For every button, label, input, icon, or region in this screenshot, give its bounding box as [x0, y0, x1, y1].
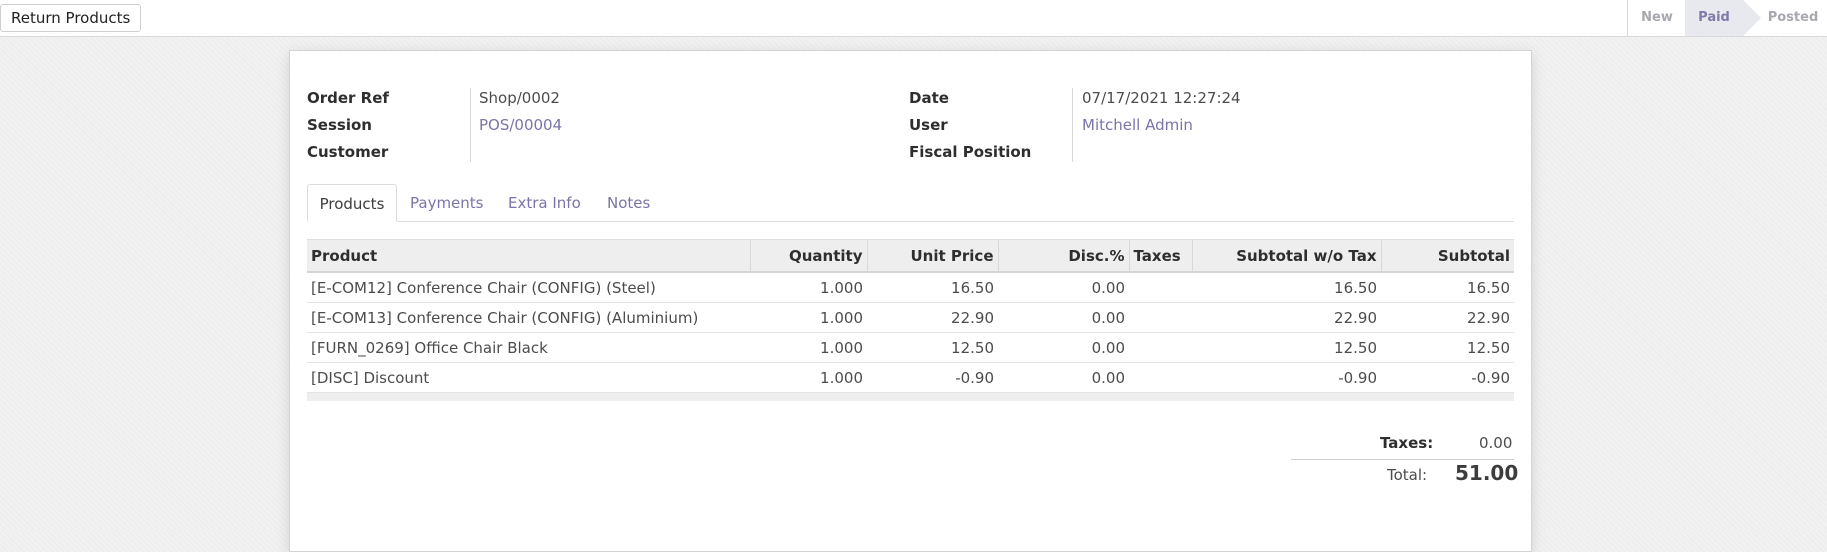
cell-taxes	[1129, 302, 1192, 333]
cell-unit-price: -0.90	[867, 362, 998, 393]
customer-label: Customer	[307, 143, 389, 161]
stage-new[interactable]: New	[1627, 0, 1686, 36]
cell-product: [FURN_0269] Office Chair Black	[307, 332, 750, 363]
cell-taxes	[1129, 332, 1192, 363]
statusbar: Return Products New Paid Posted	[0, 0, 1827, 37]
column-header-product[interactable]: Product	[307, 239, 750, 273]
cell-quantity: 1.000	[750, 362, 867, 393]
table-row[interactable]: [E-COM12] Conference Chair (CONFIG) (Ste…	[307, 272, 1514, 303]
table-row[interactable]: [DISC] Discount 1.000 -0.90 0.00 -0.90 -…	[307, 362, 1514, 393]
date-value: 07/17/2021 12:27:24	[1082, 89, 1241, 107]
notebook-tabs: Products Payments Extra Info Notes	[307, 184, 1514, 222]
stage-posted[interactable]: Posted	[1761, 0, 1825, 36]
cell-discount: 0.00	[998, 362, 1129, 393]
column-header-discount[interactable]: Disc.%	[997, 239, 1129, 273]
session-label: Session	[307, 116, 372, 134]
cell-quantity: 1.000	[750, 332, 867, 363]
column-header-taxes[interactable]: Taxes	[1128, 239, 1192, 273]
user-link[interactable]: Mitchell Admin	[1082, 116, 1193, 134]
cell-subtotal-wo-tax: 12.50	[1192, 332, 1381, 363]
total-label: Total:	[1387, 466, 1428, 484]
table-row[interactable]: [E-COM13] Conference Chair (CONFIG) (Alu…	[307, 302, 1514, 333]
taxes-amount: 0.00	[1479, 434, 1513, 452]
cell-discount: 0.00	[998, 332, 1129, 363]
cell-unit-price: 12.50	[867, 332, 998, 363]
return-products-button[interactable]: Return Products	[0, 4, 142, 32]
cell-subtotal: -0.90	[1381, 362, 1514, 393]
cell-unit-price: 22.90	[867, 302, 998, 333]
session-link[interactable]: POS/00004	[479, 116, 562, 134]
totals-divider	[1291, 459, 1514, 460]
column-header-subtotal-wo-tax[interactable]: Subtotal w/o Tax	[1191, 239, 1381, 273]
cell-quantity: 1.000	[750, 272, 867, 303]
cell-subtotal-wo-tax: 16.50	[1192, 272, 1381, 303]
column-header-quantity[interactable]: Quantity	[749, 239, 867, 273]
tab-notes[interactable]: Notes	[607, 184, 650, 221]
tab-payments[interactable]: Payments	[410, 184, 483, 221]
fiscal-position-label: Fiscal Position	[909, 143, 1032, 161]
user-label: User	[909, 116, 948, 134]
cell-product: [E-COM12] Conference Chair (CONFIG) (Ste…	[307, 272, 750, 303]
cell-product: [E-COM13] Conference Chair (CONFIG) (Alu…	[307, 302, 750, 333]
order-lines-table: Product Quantity Unit Price Disc.% Taxes…	[307, 239, 1514, 401]
cell-subtotal-wo-tax: 22.90	[1192, 302, 1381, 333]
column-header-unit-price[interactable]: Unit Price	[866, 239, 998, 273]
tab-extra-info[interactable]: Extra Info	[508, 184, 581, 221]
cell-taxes	[1129, 272, 1192, 303]
tab-products[interactable]: Products	[307, 184, 397, 222]
total-amount: 51.00	[1455, 461, 1519, 485]
table-header-row: Product Quantity Unit Price Disc.% Taxes…	[307, 239, 1514, 273]
stage-paid[interactable]: Paid	[1685, 0, 1761, 36]
cell-taxes	[1129, 362, 1192, 393]
taxes-label: Taxes:	[1380, 434, 1434, 452]
order-ref-value: Shop/0002	[479, 89, 560, 107]
cell-subtotal-wo-tax: -0.90	[1192, 362, 1381, 393]
column-header-subtotal[interactable]: Subtotal	[1380, 239, 1514, 273]
cell-discount: 0.00	[998, 272, 1129, 303]
cell-quantity: 1.000	[750, 302, 867, 333]
table-row[interactable]: [FURN_0269] Office Chair Black 1.000 12.…	[307, 332, 1514, 363]
date-label: Date	[909, 89, 949, 107]
info-divider-left	[470, 88, 471, 162]
cell-subtotal: 22.90	[1381, 302, 1514, 333]
cell-discount: 0.00	[998, 302, 1129, 333]
info-divider-right	[1072, 88, 1073, 162]
order-ref-label: Order Ref	[307, 89, 389, 107]
cell-unit-price: 16.50	[867, 272, 998, 303]
cell-subtotal: 16.50	[1381, 272, 1514, 303]
cell-subtotal: 12.50	[1381, 332, 1514, 363]
table-footer-row	[307, 392, 1514, 401]
cell-product: [DISC] Discount	[307, 362, 750, 393]
table-footer	[307, 392, 1514, 401]
